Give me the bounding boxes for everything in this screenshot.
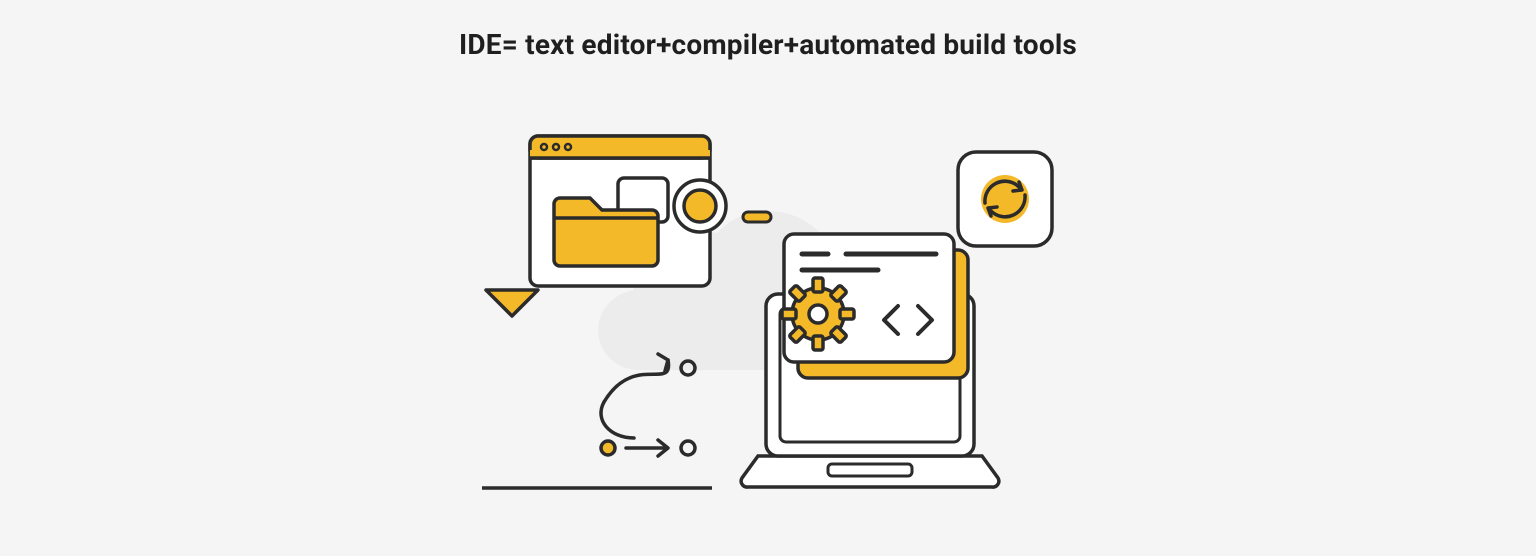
cursor-arrow-icon <box>486 290 538 316</box>
illustration-svg <box>468 90 1068 530</box>
accent-dash-icon <box>743 212 771 222</box>
illustration-stage <box>468 90 1068 530</box>
magnifier-icon <box>674 180 726 232</box>
sync-refresh-icon <box>958 152 1052 246</box>
diagram-container: IDE= text editor+compiler+automated buil… <box>0 0 1536 556</box>
diagram-title: IDE= text editor+compiler+automated buil… <box>0 28 1536 61</box>
